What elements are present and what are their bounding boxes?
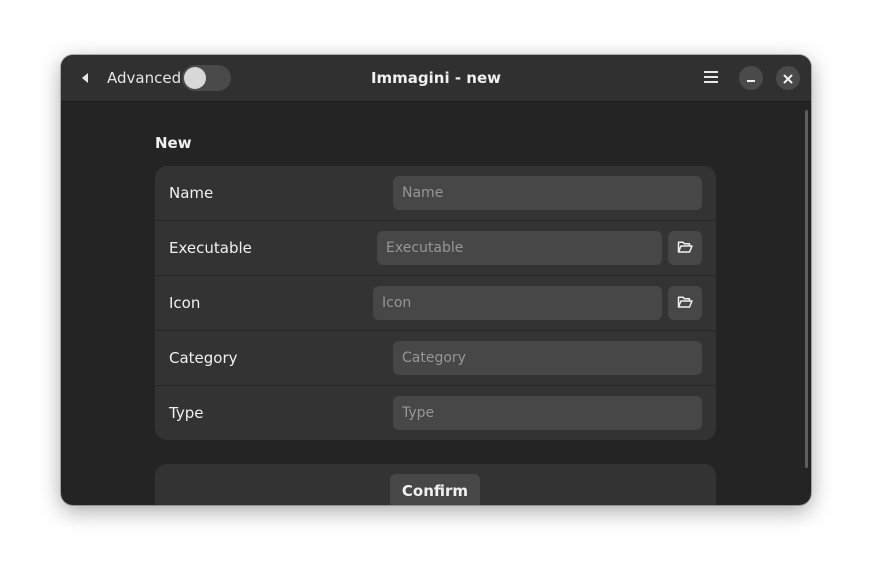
minimize-button[interactable]: [739, 66, 763, 90]
type-input[interactable]: [393, 396, 702, 430]
folder-open-icon: [677, 239, 693, 258]
minimize-icon: [746, 69, 756, 88]
list-row-category: Category: [155, 331, 716, 385]
row-label: Icon: [169, 294, 201, 312]
category-input[interactable]: [393, 341, 702, 375]
row-label: Name: [169, 184, 214, 202]
confirm-button[interactable]: Confirm: [390, 474, 480, 505]
icon-input[interactable]: [373, 286, 662, 320]
row-label: Executable: [169, 239, 252, 257]
folder-open-icon: [677, 294, 693, 313]
vertical-scrollbar[interactable]: [805, 110, 808, 468]
headerbar: Advanced Immagini - new: [61, 55, 811, 102]
row-label: Category: [169, 349, 238, 367]
icon-browse-button[interactable]: [668, 286, 702, 320]
list-row-name: Name: [155, 166, 716, 220]
executable-browse-button[interactable]: [668, 231, 702, 265]
list-row-icon: Icon: [155, 276, 716, 330]
app-window: Advanced Immagini - new New Name Name Ex…: [61, 55, 811, 505]
close-button[interactable]: [776, 66, 800, 90]
form-list: Name Executable: [155, 166, 716, 440]
confirm-card: Confirm: [155, 464, 716, 505]
close-icon: [783, 69, 793, 88]
row-label: Type: [169, 404, 204, 422]
list-row-executable: Executable: [155, 221, 716, 275]
name-input[interactable]: [393, 176, 702, 210]
main-menu-button[interactable]: [698, 65, 724, 91]
hamburger-menu-icon: [703, 69, 719, 88]
scrollable-content[interactable]: New Name Executable: [61, 102, 811, 505]
list-row-type: Type: [155, 386, 716, 440]
executable-input[interactable]: [377, 231, 662, 265]
section-title: New: [155, 134, 192, 152]
